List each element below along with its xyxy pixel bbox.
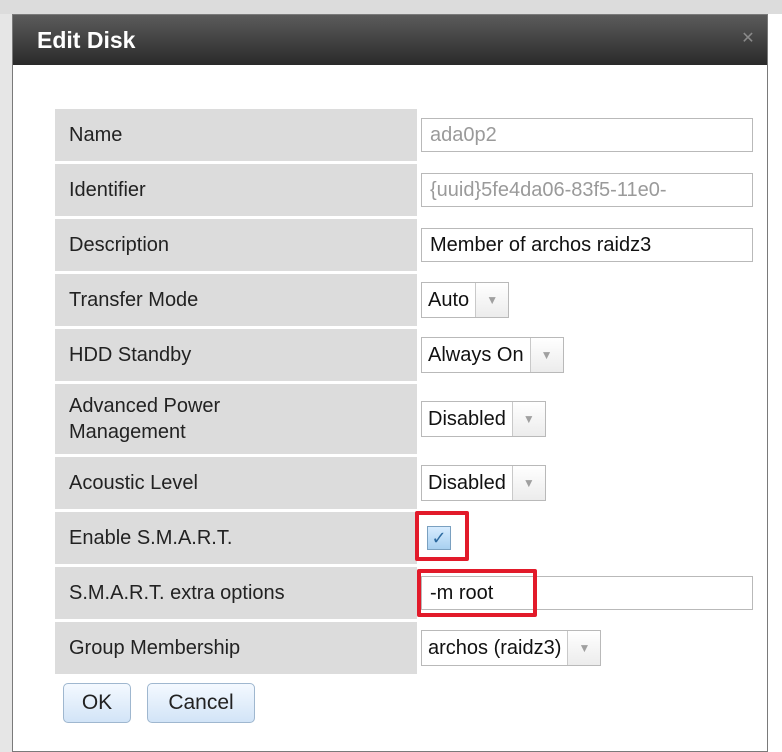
row-advanced-power: Advanced Power Management Disabled ▼ [55, 384, 766, 454]
row-hdd-standby: HDD Standby Always On ▼ [55, 329, 766, 381]
chevron-down-icon[interactable]: ▼ [475, 283, 509, 317]
transfer-mode-value: Auto [428, 289, 470, 311]
name-label: Name [55, 109, 417, 161]
chevron-down-icon[interactable]: ▼ [567, 631, 601, 665]
hdd-standby-value: Always On [428, 344, 524, 366]
identifier-input[interactable]: {uuid}5fe4da06-83f5-11e0- [421, 173, 753, 207]
advanced-power-label-line1: Advanced Power [69, 395, 221, 417]
close-icon[interactable]: ✕ [739, 30, 757, 48]
description-input[interactable]: Member of archos raidz3 [421, 228, 753, 262]
advanced-power-select[interactable]: Disabled ▼ [421, 401, 546, 437]
edit-disk-dialog: Edit Disk ✕ Name ada0p2 Identifier {uuid… [12, 14, 768, 752]
background-window-edge [0, 0, 12, 752]
advanced-power-label: Advanced Power Management [55, 384, 417, 454]
hdd-standby-select[interactable]: Always On ▼ [421, 337, 564, 373]
chevron-down-icon[interactable]: ▼ [511, 402, 545, 436]
row-description: Description Member of archos raidz3 [55, 219, 766, 271]
smart-options-label: S.M.A.R.T. extra options [55, 567, 417, 619]
row-transfer-mode: Transfer Mode Auto ▼ [55, 274, 766, 326]
cancel-button[interactable]: Cancel [147, 683, 255, 723]
highlight-box [415, 511, 469, 561]
dialog-titlebar[interactable]: Edit Disk ✕ [13, 15, 767, 65]
group-membership-value: archos (raidz3) [428, 637, 562, 659]
row-acoustic-level: Acoustic Level Disabled ▼ [55, 457, 766, 509]
chevron-down-icon[interactable]: ▼ [511, 466, 545, 500]
transfer-mode-label: Transfer Mode [55, 274, 417, 326]
row-group-membership: Group Membership archos (raidz3) ▼ [55, 622, 766, 674]
advanced-power-label-line2: Management [69, 421, 186, 443]
row-smart-options: S.M.A.R.T. extra options -m root [55, 567, 766, 619]
hdd-standby-label: HDD Standby [55, 329, 417, 381]
background-window-top [0, 0, 782, 14]
acoustic-level-select[interactable]: Disabled ▼ [421, 465, 546, 501]
group-membership-select[interactable]: archos (raidz3) ▼ [421, 630, 602, 666]
acoustic-level-value: Disabled [428, 472, 506, 494]
name-input[interactable]: ada0p2 [421, 118, 753, 152]
ok-button[interactable]: OK [63, 683, 131, 723]
group-membership-label: Group Membership [55, 622, 417, 674]
identifier-label: Identifier [55, 164, 417, 216]
row-identifier: Identifier {uuid}5fe4da06-83f5-11e0- [55, 164, 766, 216]
row-name: Name ada0p2 [55, 109, 766, 161]
advanced-power-value: Disabled [428, 408, 506, 430]
enable-smart-label: Enable S.M.A.R.T. [55, 512, 417, 564]
chevron-down-icon[interactable]: ▼ [529, 338, 563, 372]
row-enable-smart: Enable S.M.A.R.T. ✓ [55, 511, 766, 564]
transfer-mode-select[interactable]: Auto ▼ [421, 282, 510, 318]
highlight-box [417, 569, 537, 617]
acoustic-level-label: Acoustic Level [55, 457, 417, 509]
description-label: Description [55, 219, 417, 271]
dialog-title: Edit Disk [37, 26, 136, 53]
